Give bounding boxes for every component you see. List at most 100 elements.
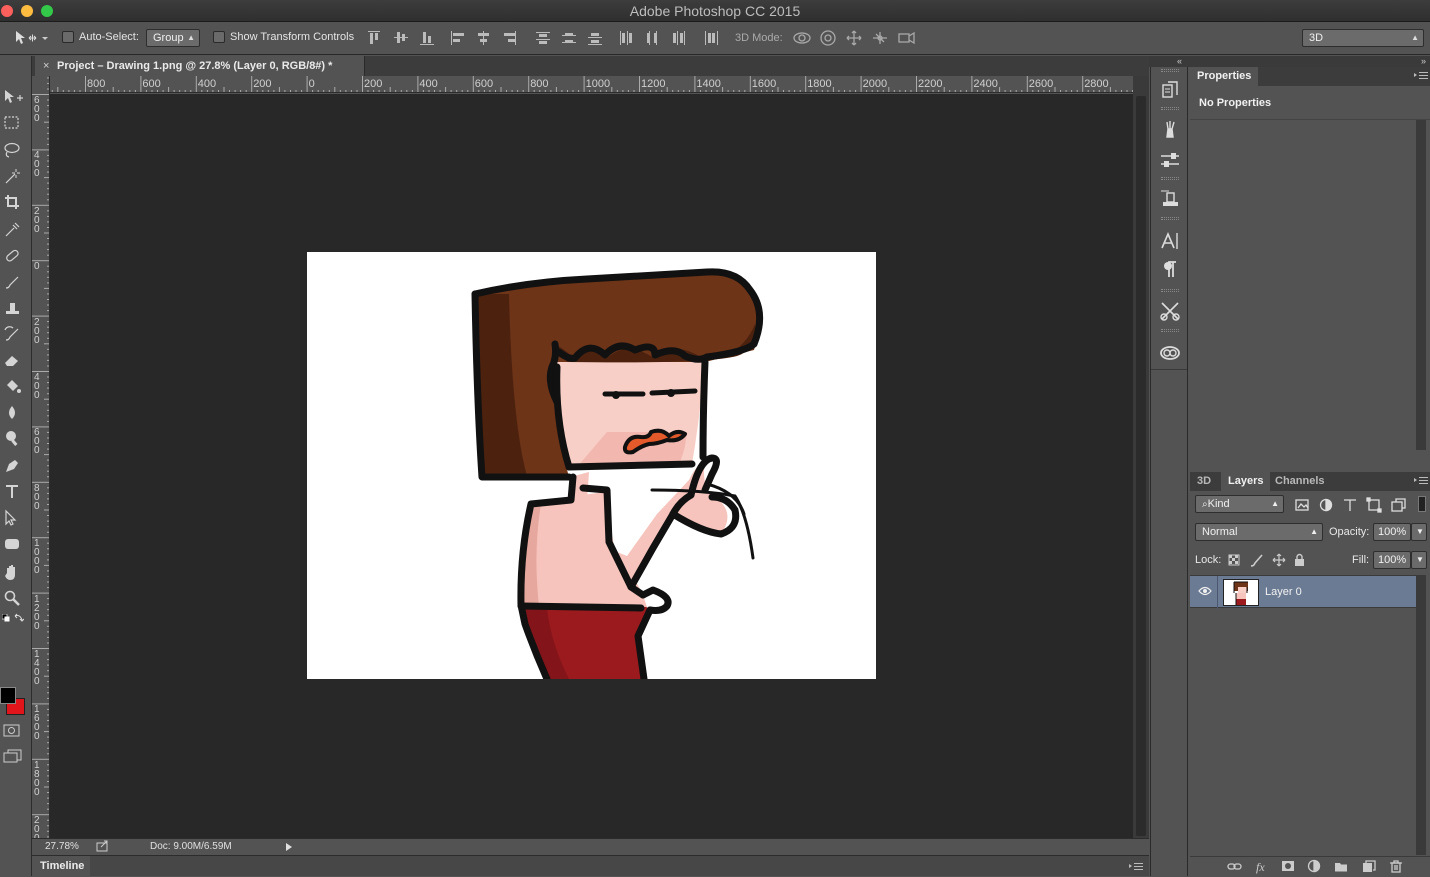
foreground-color-swatch[interactable] (0, 687, 16, 704)
tool-presets-icon[interactable] (1159, 300, 1181, 322)
ruler-tick-label: 1800 (34, 759, 40, 798)
blend-mode-dropdown[interactable]: Normal ▲ (1195, 523, 1323, 541)
link-layers-icon (1227, 863, 1242, 870)
horizontal-ruler[interactable]: 800 600 400 200 0 200 400 600 800 1000 1200 1400 160… (50, 76, 1133, 93)
collapsed-panels-strip (1150, 67, 1188, 876)
document-tab-title: Project – Drawing 1.png @ 27.8% (Layer 0… (57, 60, 333, 72)
filter-toggle[interactable] (1418, 496, 1426, 512)
ruler-tick-label: 1000 (34, 538, 40, 577)
layers-menu-icon[interactable] (1414, 476, 1428, 486)
properties-panel: Properties No Properties (1190, 67, 1430, 469)
tab-channels[interactable]: Channels (1268, 472, 1332, 491)
brush-presets-icon[interactable] (1159, 119, 1181, 141)
3d-pan-icon (846, 30, 862, 46)
timeline-tab[interactable]: Timeline (32, 856, 90, 877)
move-tool-preset-icon[interactable] (14, 30, 48, 46)
ruler-tick-label: 1600 (751, 78, 777, 90)
align-top-icon (368, 31, 380, 44)
panel-grip[interactable] (1161, 107, 1179, 110)
document-size: Doc: 9.00M/6.59M (150, 841, 232, 852)
brush-tool-icon (5, 276, 19, 289)
document-tab[interactable]: × Project – Drawing 1.png @ 27.8% (Layer… (35, 56, 365, 76)
filter-shape-icon (1366, 497, 1382, 513)
3d-mode-buttons (793, 29, 923, 47)
history-panel-icon[interactable] (1159, 79, 1181, 101)
tab-properties[interactable]: Properties (1190, 67, 1259, 86)
ruler-tick-label: 800 (87, 78, 106, 90)
panel-grip[interactable] (1161, 329, 1179, 332)
zoom-tool-icon (4, 590, 20, 606)
canvas-area[interactable] (50, 94, 1133, 838)
filter-kind-dropdown[interactable]: ⌕Kind ▲ (1195, 495, 1284, 513)
status-menu-arrow-icon[interactable] (285, 842, 293, 852)
ruler-tick-label: 0 (34, 261, 40, 273)
hand-tool-icon (5, 565, 15, 580)
vertical-scrollbar[interactable] (1133, 76, 1149, 838)
zoom-level[interactable]: 27.78% (45, 841, 79, 852)
tab-layers[interactable]: Layers (1221, 472, 1271, 491)
fill-slider-toggle[interactable]: ▼ (1411, 551, 1427, 569)
panel-grip[interactable] (1161, 177, 1179, 180)
document-canvas[interactable] (307, 252, 876, 679)
clone-source-icon[interactable] (1159, 188, 1181, 210)
healing-brush-icon (6, 249, 19, 262)
timeline-menu-icon[interactable] (1129, 862, 1143, 870)
filter-type-icon (1344, 499, 1356, 511)
libraries-panel-icon[interactable] (1159, 341, 1181, 363)
panel-grip[interactable] (1161, 69, 1179, 72)
align-vcenter-icon (394, 32, 408, 43)
auto-select-checkbox[interactable]: Auto-Select: (62, 31, 139, 43)
ruler-tick-label: 2000 (34, 815, 40, 838)
properties-menu-icon[interactable] (1414, 71, 1428, 81)
default-colors-icon[interactable] (2, 614, 10, 622)
expand-dock-icon[interactable]: » (1421, 56, 1426, 66)
swap-colors-icon[interactable] (14, 613, 24, 623)
layer-row[interactable]: Layer 0 (1190, 575, 1416, 609)
status-bar: 27.78% Doc: 9.00M/6.59M (32, 838, 1149, 855)
adjustments-panel-icon[interactable] (1159, 149, 1181, 171)
export-icon[interactable] (96, 840, 109, 852)
filter-smart-object-icon (1391, 498, 1406, 512)
opacity-input[interactable]: 100% (1373, 523, 1411, 541)
3d-mode-text: 3D Mode: (735, 32, 783, 44)
align-buttons-group (366, 30, 726, 48)
layer-thumbnail[interactable] (1223, 579, 1259, 606)
fill-input[interactable]: 100% (1373, 551, 1411, 569)
layers-scrollbar[interactable] (1416, 575, 1426, 855)
blend-mode-value: Normal (1202, 526, 1238, 538)
lock-position-icon (1272, 553, 1286, 567)
workspace-dropdown[interactable]: 3D ▲ (1302, 29, 1424, 47)
new-adjustment-icon (1307, 859, 1321, 873)
ruler-tick-label: 600 (474, 78, 494, 90)
opacity-label: Opacity: (1329, 526, 1370, 538)
filter-pixel-icon (1295, 499, 1309, 511)
show-transform-check[interactable] (213, 31, 225, 43)
layer-name[interactable]: Layer 0 (1265, 586, 1302, 598)
ruler-tick-label: 600 (34, 427, 40, 457)
3d-mode-label: 3D Mode: (735, 32, 783, 44)
panel-grip[interactable] (1161, 217, 1179, 220)
layers-panel: 3D Layers Channels ⌕Kind ▲ Normal ▲ Opacit… (1190, 472, 1430, 876)
layers-tab-bar: 3D Layers Channels (1190, 472, 1430, 491)
auto-select-check[interactable] (62, 31, 74, 43)
collapse-dock-icon[interactable]: « (1177, 56, 1182, 66)
tab-3d[interactable]: 3D (1190, 472, 1218, 491)
auto-select-dropdown[interactable]: Group ▲ (146, 29, 200, 47)
properties-scrollbar[interactable] (1416, 120, 1426, 450)
close-document-icon[interactable]: × (43, 56, 49, 76)
ruler-tick-label: 200 (364, 78, 383, 90)
align-bottom-icon (420, 32, 434, 45)
ruler-tick-label: 200 (253, 78, 272, 90)
ruler-tick-label: 1000 (585, 78, 611, 90)
vertical-scroll-track[interactable] (1136, 96, 1146, 836)
paint-bucket-icon (7, 380, 21, 393)
show-transform-checkbox[interactable]: Show Transform Controls (213, 31, 354, 43)
opacity-slider-toggle[interactable]: ▼ (1411, 523, 1427, 541)
visibility-eye-icon[interactable] (1198, 586, 1212, 596)
distribute-right-icon (673, 31, 685, 45)
paragraph-panel-icon[interactable] (1159, 259, 1181, 281)
panel-grip[interactable] (1161, 289, 1179, 292)
vertical-ruler[interactable]: 600 400 200 0 200 400 600 800 1000 1200 1400 1600 18… (32, 76, 50, 838)
3d-roll-icon (820, 30, 836, 46)
character-panel-icon[interactable] (1159, 230, 1181, 252)
